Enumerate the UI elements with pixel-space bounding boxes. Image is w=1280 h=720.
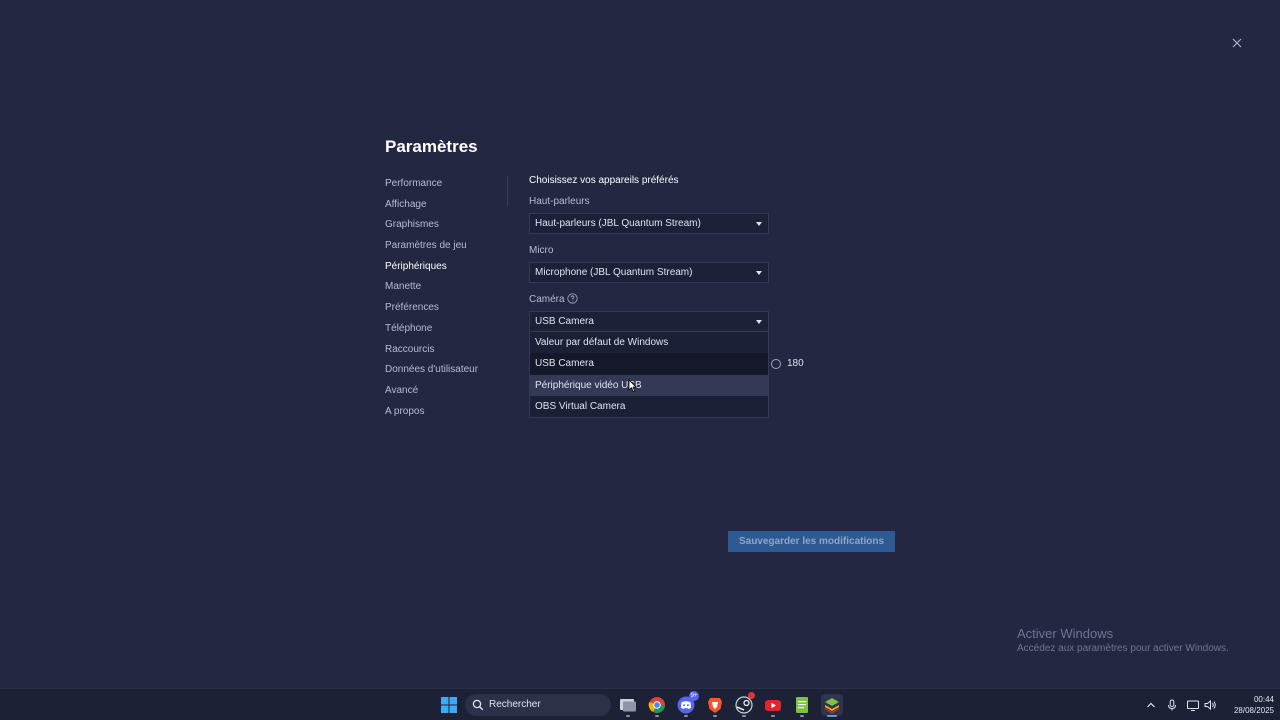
windows-start-icon[interactable] — [438, 694, 460, 716]
devices-heading: Choisissez vos appareils préférés — [529, 175, 679, 186]
running-indicator — [655, 715, 659, 717]
nav-item-peripheriques[interactable]: Périphériques — [385, 259, 505, 280]
nav-divider — [507, 176, 508, 206]
micro-label: Micro — [529, 245, 554, 256]
clock-date: 28/08/2025 — [1233, 706, 1274, 715]
camera-option-default[interactable]: Valeur par défaut de Windows — [530, 332, 768, 353]
notepad-icon[interactable] — [791, 694, 813, 716]
nav-item-raccourcis[interactable]: Raccourcis — [385, 342, 505, 363]
running-indicator — [800, 715, 804, 717]
nav-item-affichage[interactable]: Affichage — [385, 197, 505, 218]
camera-option-obs-virtual[interactable]: OBS Virtual Camera — [530, 396, 768, 417]
watermark-title: Activer Windows — [1017, 626, 1114, 641]
running-indicator — [626, 715, 630, 717]
search-placeholder: Rechercher — [489, 699, 541, 710]
nav-item-a-propos[interactable]: A propos — [385, 404, 505, 425]
activation-watermark: Activer Windows Accédez aux paramètres p… — [1017, 626, 1229, 654]
speakers-select[interactable]: Haut-parleurs (JBL Quantum Stream) — [529, 213, 769, 234]
discord-icon[interactable]: 9+ — [675, 691, 699, 716]
chevron-up-icon[interactable] — [1144, 698, 1158, 712]
running-indicator-active — [827, 715, 837, 717]
running-indicator — [713, 715, 717, 717]
micro-select-value: Microphone (JBL Quantum Stream) — [535, 267, 693, 278]
clock-time: 00:44 — [1253, 695, 1274, 704]
watermark-subtitle: Accédez aux paramètres pour activer Wind… — [1017, 643, 1229, 654]
steam-icon[interactable] — [733, 692, 755, 716]
camera-label: Caméra — [529, 294, 565, 305]
settings-nav: Performance Affichage Graphismes Paramèt… — [385, 176, 505, 424]
nav-item-parametres-de-jeu[interactable]: Paramètres de jeu — [385, 238, 505, 259]
running-indicator — [771, 715, 775, 717]
speakers-select-value: Haut-parleurs (JBL Quantum Stream) — [535, 218, 701, 229]
nav-item-graphismes[interactable]: Graphismes — [385, 217, 505, 238]
save-button[interactable]: Sauvegarder les modifications — [728, 531, 895, 552]
chrome-icon[interactable] — [646, 694, 668, 716]
micro-select[interactable]: Microphone (JBL Quantum Stream) — [529, 262, 769, 283]
taskbar: Rechercher 9+ 00:44 28/08/2025 — [0, 688, 1280, 720]
microphone-icon[interactable] — [1165, 698, 1179, 712]
close-icon[interactable] — [1228, 34, 1246, 52]
camera-option-usb-camera[interactable]: USB Camera — [530, 353, 768, 375]
file-explorer-icon[interactable] — [617, 694, 639, 716]
nav-item-preferences[interactable]: Préférences — [385, 300, 505, 321]
nav-item-performance[interactable]: Performance — [385, 176, 505, 197]
taskbar-search[interactable]: Rechercher — [465, 694, 611, 716]
nav-item-avance[interactable]: Avancé — [385, 383, 505, 404]
notification-dot — [748, 692, 755, 699]
page-title: Paramètres — [385, 137, 478, 156]
camera-option-usb-video-device[interactable]: Périphérique vidéo USB — [530, 374, 768, 396]
bluestacks-icon[interactable] — [821, 694, 843, 716]
camera-select[interactable]: USB Camera — [529, 311, 769, 332]
youtube-icon[interactable] — [762, 694, 784, 716]
rotation-180-label: 180 — [787, 358, 804, 369]
nav-item-donnees-utilisateur[interactable]: Données d'utilisateur — [385, 362, 505, 383]
running-indicator — [684, 715, 688, 717]
speakers-label: Haut-parleurs — [529, 196, 590, 207]
help-icon[interactable] — [567, 293, 578, 304]
system-clock[interactable]: 00:44 28/08/2025 — [1220, 694, 1274, 716]
nav-item-telephone[interactable]: Téléphone — [385, 321, 505, 342]
mouse-cursor-icon — [628, 379, 637, 393]
nav-item-manette[interactable]: Manette — [385, 279, 505, 300]
chevron-down-icon — [756, 271, 762, 275]
volume-icon[interactable] — [1203, 698, 1217, 712]
radio-circle[interactable] — [771, 359, 781, 369]
search-icon — [472, 699, 484, 711]
network-icon[interactable] — [1186, 698, 1200, 712]
camera-select-value: USB Camera — [535, 316, 594, 327]
brave-icon[interactable] — [704, 694, 726, 716]
discord-badge: 9+ — [689, 691, 699, 701]
camera-dropdown: Valeur par défaut de Windows USB Camera … — [529, 331, 769, 418]
chevron-down-icon — [756, 222, 762, 226]
chevron-down-icon — [756, 320, 762, 324]
running-indicator — [742, 715, 746, 717]
